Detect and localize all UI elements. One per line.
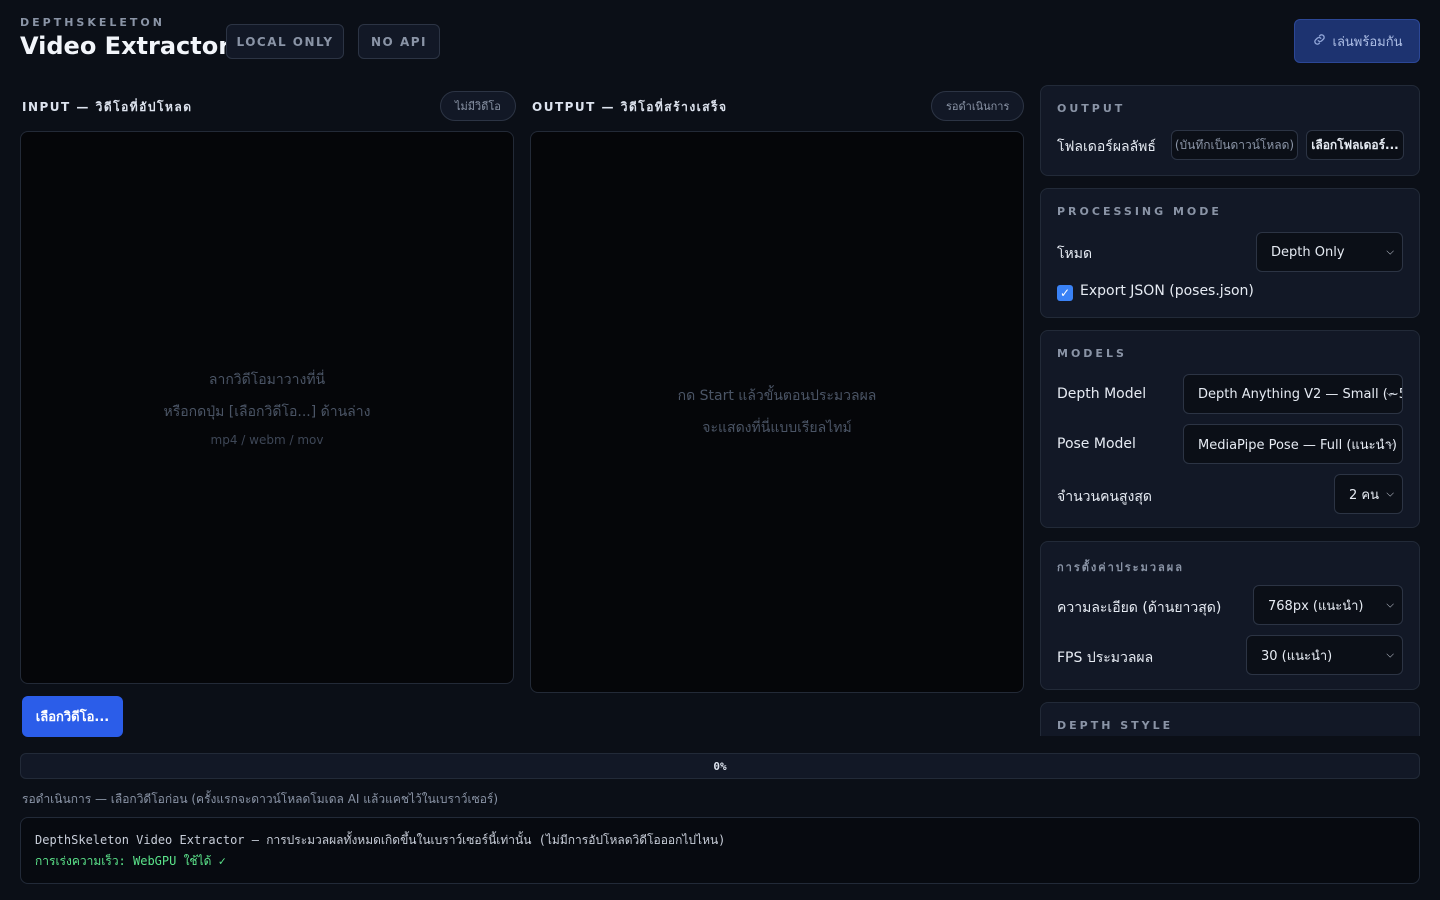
chevron-down-icon: ⌵ — [1386, 649, 1394, 661]
settings-sidebar[interactable]: OUTPUT โฟลเดอร์ผลลัพธ์ (บันทึกเป็นดาวน์โ… — [1040, 85, 1420, 736]
fps-select[interactable]: 30 (แนะนำ) ⌵ — [1246, 635, 1403, 675]
output-settings-card: OUTPUT โฟลเดอร์ผลลัพธ์ (บันทึกเป็นดาวน์โ… — [1040, 85, 1420, 176]
input-panel-label: INPUT — วิดีโอที่อัปโหลด — [22, 100, 193, 114]
play-together-label: เล่นพร้อมกัน — [1332, 34, 1403, 50]
badge-local-only: LOCAL ONLY — [226, 24, 344, 59]
resolution-value: 768px (แนะนำ) — [1268, 598, 1364, 614]
chevron-down-icon: ⌵ — [1386, 388, 1394, 400]
link-icon — [1312, 32, 1327, 51]
play-together-button[interactable]: เล่นพร้อมกัน — [1294, 19, 1420, 63]
chevron-down-icon: ⌵ — [1386, 488, 1394, 500]
processing-mode-card: PROCESSING MODE โหมด Depth Only ⌵ ✓ Expo… — [1040, 188, 1420, 318]
depth-model-label: Depth Model — [1057, 386, 1147, 402]
output-panel-label: OUTPUT — วิดีโอที่สร้างเสร็จ — [532, 100, 728, 114]
models-card: MODELS Depth Model Depth Anything V2 — S… — [1040, 330, 1420, 528]
resolution-label: ความละเอียด (ด้านยาวสุด) — [1057, 600, 1222, 616]
mode-select[interactable]: Depth Only ⌵ — [1256, 232, 1403, 272]
card-title-depth-style: DEPTH STYLE — [1057, 719, 1174, 732]
pose-model-value: MediaPipe Pose — Full (แนะนำ) — [1198, 437, 1397, 453]
badge-no-api: NO API — [358, 24, 440, 59]
mode-select-value: Depth Only — [1271, 244, 1345, 260]
export-json-checkbox[interactable]: ✓ — [1057, 285, 1073, 301]
chevron-down-icon: ⌵ — [1386, 246, 1394, 258]
log-line: การเร่งความเร็ว: WebGPU ใช้ได้ ✓ — [35, 854, 226, 868]
input-status-pill: ไม่มีวิดีโอ — [440, 91, 516, 121]
choose-folder-button[interactable]: เลือกโฟลเดอร์... — [1306, 130, 1404, 160]
max-people-select[interactable]: 2 คน ⌵ — [1334, 474, 1403, 514]
dropzone-hint-1: ลากวิดีโอมาวางที่นี่ — [208, 371, 326, 388]
card-title-processing-settings: การตั้งค่าประมวลผล — [1057, 561, 1184, 574]
mode-label: โหมด — [1057, 246, 1093, 262]
depth-style-card: DEPTH STYLE — [1040, 702, 1420, 736]
dropzone-formats: mp4 / webm / mov — [210, 432, 324, 447]
progress-label: 0% — [713, 759, 727, 773]
save-as-download-button[interactable]: (บันทึกเป็นดาวน์โหลด) — [1171, 130, 1298, 160]
chevron-down-icon: ⌵ — [1386, 599, 1394, 611]
depth-model-value: Depth Anything V2 — Small (~56 — [1198, 386, 1403, 402]
output-folder-label: โฟลเดอร์ผลลัพธ์ — [1057, 139, 1156, 155]
fps-value: 30 (แนะนำ) — [1261, 648, 1333, 664]
card-title-models: MODELS — [1057, 347, 1127, 360]
card-title-output: OUTPUT — [1057, 102, 1126, 115]
card-title-processing-mode: PROCESSING MODE — [1057, 205, 1222, 218]
pose-model-select[interactable]: MediaPipe Pose — Full (แนะนำ) ⌵ — [1183, 424, 1403, 464]
pose-model-label: Pose Model — [1057, 436, 1136, 452]
input-video-dropzone[interactable]: ลากวิดีโอมาวางที่นี่ หรือกดปุ่ม [เลือกวิ… — [20, 131, 514, 684]
choose-video-button[interactable]: เลือกวิดีโอ... — [22, 696, 123, 737]
status-line: รอดำเนินการ — เลือกวิดีโอก่อน (ครั้งแรกจ… — [22, 792, 499, 806]
progress-bar: 0% — [20, 753, 1420, 779]
output-hint-1: กด Start แล้วขั้นตอนประมวลผล — [677, 388, 877, 404]
dropzone-hint-2: หรือกดปุ่ม [เลือกวิดีโอ...] ด้านล่าง — [163, 403, 371, 420]
chevron-down-icon: ⌵ — [1386, 438, 1394, 450]
log-line: DepthSkeleton Video Extractor — การประมว… — [35, 833, 726, 847]
brand-subtitle: DEPTHSKELETON — [20, 16, 165, 29]
max-people-label: จำนวนคนสูงสุด — [1057, 489, 1153, 505]
output-status-pill: รอดำเนินการ — [931, 91, 1025, 121]
max-people-value: 2 คน — [1349, 487, 1379, 503]
fps-label: FPS ประมวลผล — [1057, 650, 1154, 666]
depth-model-select[interactable]: Depth Anything V2 — Small (~56 ⌵ — [1183, 374, 1403, 414]
output-hint-2: จะแสดงที่นี่แบบเรียลไทม์ — [702, 420, 852, 436]
processing-settings-card: การตั้งค่าประมวลผล ความละเอียด (ด้านยาวส… — [1040, 541, 1420, 690]
output-video-area: กด Start แล้วขั้นตอนประมวลผล จะแสดงที่นี… — [530, 131, 1024, 693]
export-json-label: Export JSON (poses.json) — [1080, 283, 1254, 299]
resolution-select[interactable]: 768px (แนะนำ) ⌵ — [1253, 585, 1403, 625]
app-title: Video Extractor — [20, 32, 231, 60]
log-console: DepthSkeleton Video Extractor — การประมว… — [20, 817, 1420, 884]
